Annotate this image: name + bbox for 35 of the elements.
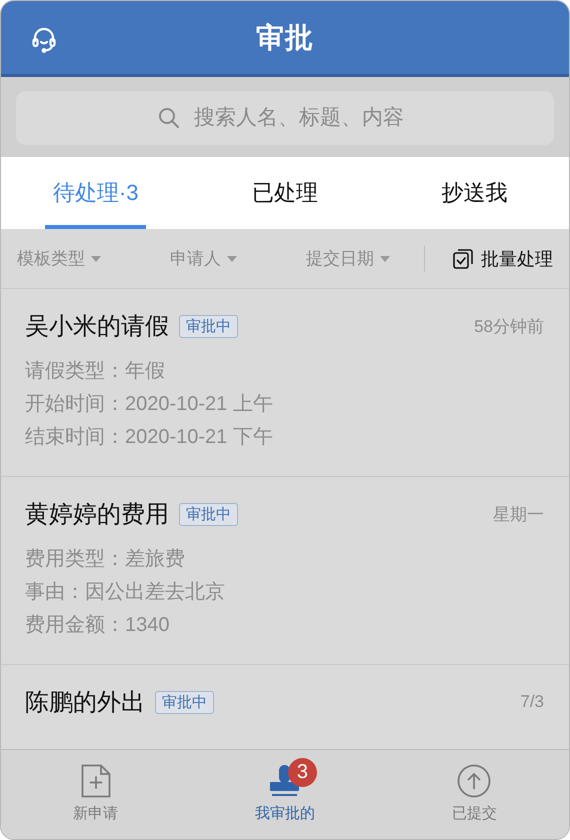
detail-line: 费用类型：差旅费 bbox=[25, 547, 186, 572]
detail-line: 费用金额：1340 bbox=[25, 613, 170, 638]
caret-icon bbox=[227, 256, 237, 262]
status-tag: 审批中 bbox=[179, 314, 238, 338]
headset-icon[interactable] bbox=[31, 27, 57, 53]
tab[interactable]: 已处理 bbox=[244, 157, 326, 229]
detail-line: 开始时间：2020-10-21 上午 bbox=[25, 392, 274, 417]
detail-line: 请假类型：年假 bbox=[25, 359, 166, 384]
batch-process-button[interactable]: 批量处理 bbox=[481, 246, 553, 270]
approval-title: 陈鹏的外出 bbox=[25, 688, 145, 718]
filter-dropdown[interactable]: 申请人 bbox=[170, 247, 221, 270]
upload-icon bbox=[457, 764, 492, 798]
approval-title: 吴小米的请假 bbox=[25, 312, 169, 342]
count-badge: 3 bbox=[288, 758, 317, 787]
filter-dropdown[interactable]: 提交日期 bbox=[306, 247, 374, 270]
tab[interactable]: 抄送我 bbox=[433, 157, 516, 229]
caret-icon bbox=[91, 256, 101, 262]
page-title: 审批 bbox=[256, 20, 314, 54]
timestamp: 7/3 bbox=[520, 692, 544, 712]
new-document-icon bbox=[80, 764, 111, 798]
checklist-icon bbox=[453, 248, 473, 268]
timestamp: 58分钟前 bbox=[474, 316, 544, 338]
detail-line: 事由：因公出差去北京 bbox=[25, 580, 226, 605]
caret-icon bbox=[380, 256, 390, 262]
nav-tab[interactable]: 新申请 bbox=[67, 750, 124, 839]
search-icon bbox=[158, 107, 180, 129]
nav-tab[interactable]: 已提交 bbox=[446, 750, 503, 839]
nav-tab[interactable]: 3 我审批的 bbox=[248, 750, 321, 839]
search-field[interactable]: 搜索人名、标题、内容 bbox=[16, 91, 554, 145]
detail-line: 结束时间：2020-10-21 下午 bbox=[25, 425, 274, 450]
status-tag: 审批中 bbox=[155, 690, 214, 714]
approval-title: 黄婷婷的费用 bbox=[25, 500, 169, 530]
timestamp: 星期一 bbox=[493, 504, 544, 526]
status-tag: 审批中 bbox=[179, 502, 238, 526]
filter-dropdown[interactable]: 模板类型 bbox=[17, 247, 85, 270]
